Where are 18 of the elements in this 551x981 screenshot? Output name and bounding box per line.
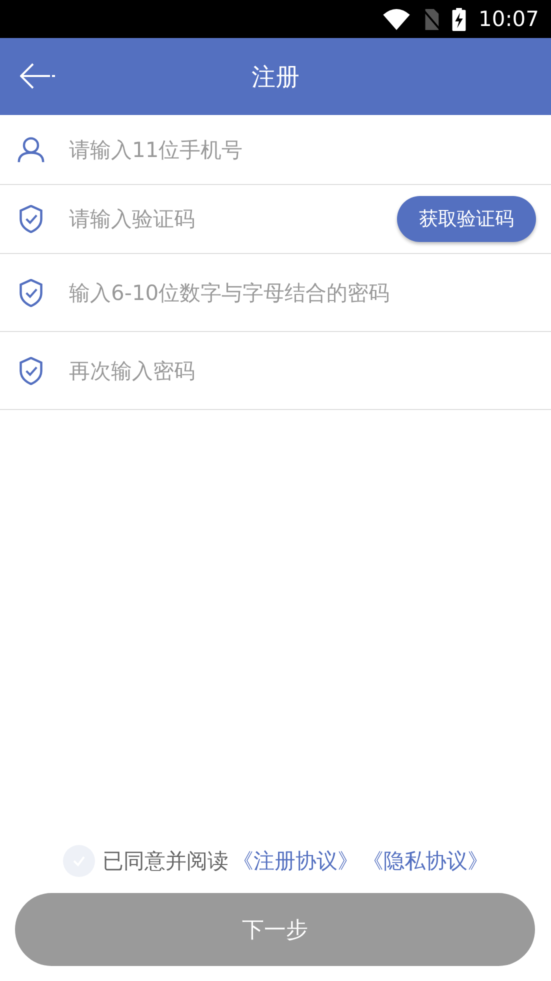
shield-check-icon bbox=[17, 205, 45, 233]
agreement-text: 已同意并阅读 bbox=[102, 848, 228, 875]
battery-charging-icon bbox=[452, 8, 466, 30]
input-field[interactable]: 输入6-10位数字与字母结合的密码 bbox=[69, 280, 536, 304]
no-sim-icon bbox=[422, 8, 440, 30]
input-field[interactable]: 请输入11位手机号 bbox=[69, 138, 536, 162]
back-arrow-icon[interactable] bbox=[20, 63, 56, 89]
input-field[interactable]: 请输入验证码 bbox=[69, 207, 397, 231]
wifi-icon bbox=[383, 8, 410, 30]
agreement-link[interactable]: 《隐私协议》 bbox=[362, 847, 488, 875]
shield-check-icon bbox=[17, 278, 45, 306]
agreement-link[interactable]: 《注册协议》 bbox=[232, 847, 358, 875]
shield-check-icon bbox=[17, 356, 45, 384]
get-code-button[interactable]: 获取验证码 bbox=[397, 196, 536, 242]
clock-time: 10:07 bbox=[478, 7, 539, 31]
input-field[interactable]: 再次输入密码 bbox=[69, 358, 536, 382]
page-title: 注册 bbox=[252, 62, 300, 92]
user-icon bbox=[17, 136, 45, 164]
